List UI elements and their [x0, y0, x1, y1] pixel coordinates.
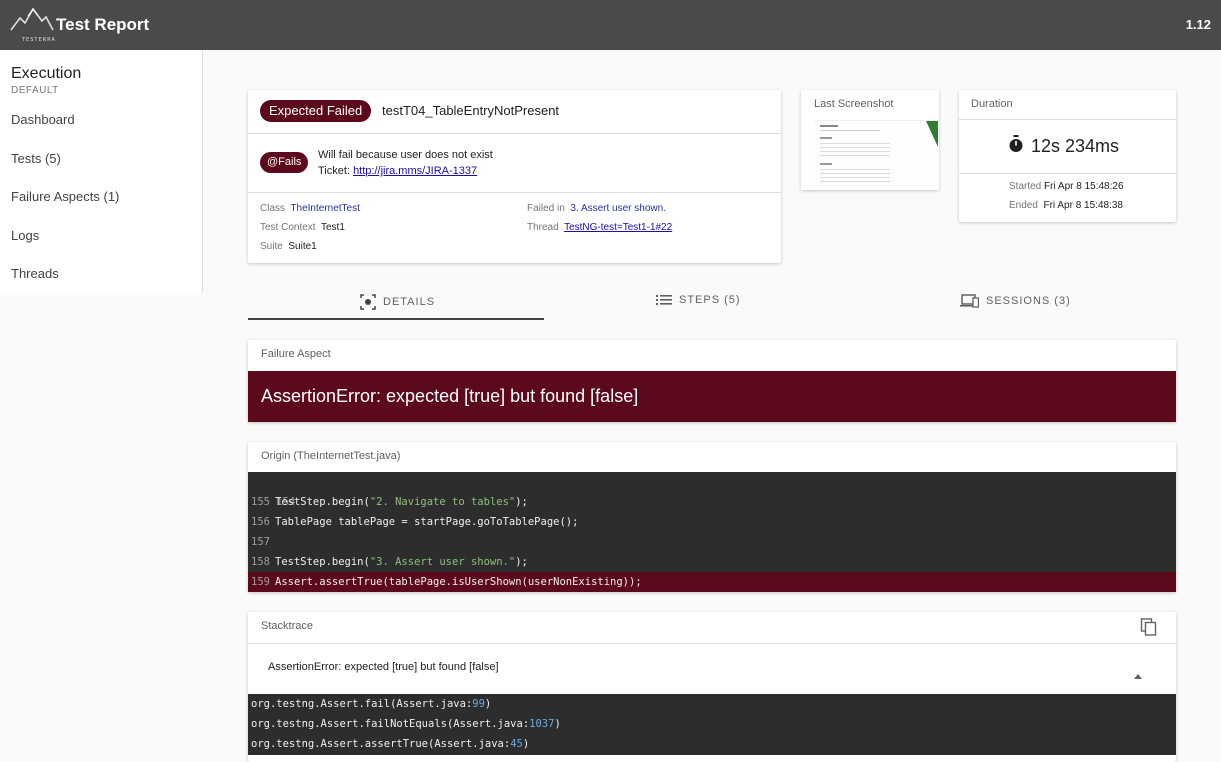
failure-aspect-label: Failure Aspect: [261, 348, 331, 360]
class-value[interactable]: TheInternetTest: [290, 203, 359, 214]
suite-value: Suite1: [288, 241, 317, 252]
status-chip: Expected Failed: [260, 100, 372, 122]
sidebar: Execution DEFAULT Dashboard Tests (5) Fa…: [0, 50, 203, 293]
ended-value: Fri Apr 8 15:48:38: [1043, 200, 1123, 211]
origin-label: Origin (TheInternetTest.java): [261, 450, 401, 462]
failure-aspect-card: Failure Aspect AssertionError: expected …: [248, 340, 1176, 422]
stacktrace-code-block: org.testng.Assert.fail(Assert.java:99) o…: [248, 694, 1176, 755]
code-text: Assert.assertTrue(tablePage.isUserShown(…: [275, 576, 642, 588]
class-label: Class: [260, 203, 286, 214]
tab-sessions[interactable]: SESSIONS (3): [960, 294, 1071, 308]
code-text: TestStep.begin(: [275, 496, 370, 508]
stack-frame: org.testng.Assert.assertTrue(Assert.java…: [248, 734, 1176, 754]
frame-text: ): [522, 738, 530, 750]
line-number: 155: [251, 496, 270, 508]
line-number: 159: [251, 576, 270, 588]
testerra-logo[interactable]: TESTERRA: [10, 6, 55, 43]
frame-line-number: 1037: [529, 718, 555, 730]
frame-text: ): [554, 718, 561, 730]
last-screenshot-label: Last Screenshot: [814, 98, 894, 110]
fails-description: Will fail because user does not exist: [318, 149, 493, 161]
ticket-label: Ticket:: [318, 165, 350, 177]
sidebar-subtitle: DEFAULT: [11, 85, 59, 96]
code-line-highlighted: 159 Assert.assertTrue(tablePage.isUserSho…: [248, 572, 1176, 592]
thread-link[interactable]: TestNG-test=Test1-1#22: [564, 222, 672, 233]
divider: [248, 192, 781, 193]
failure-aspect-banner: AssertionError: expected [true] but foun…: [248, 371, 1176, 422]
stack-frame: org.testng.Assert.failNotEquals(Assert.j…: [248, 714, 1176, 734]
ticket-link[interactable]: http://jira.mms/JIRA-1337: [353, 165, 477, 177]
sidebar-item-tests[interactable]: Tests (5): [11, 151, 61, 166]
app-title: Test Report: [56, 15, 150, 34]
duration-card: Duration 12s 234ms Started Fri Apr 8 15:…: [959, 90, 1176, 222]
list-icon: [656, 294, 672, 306]
frame-text: org.testng.Assert.fail(Assert.java:: [251, 698, 473, 710]
tab-steps[interactable]: STEPS (5): [656, 294, 741, 306]
version-label: 1.12: [1185, 17, 1211, 32]
frame-text: org.testng.Assert.failNotEquals(Assert.j…: [251, 718, 530, 730]
sidebar-item-logs[interactable]: Logs: [11, 228, 39, 243]
ticket-row: Ticket: http://jira.mms/JIRA-1337: [318, 165, 477, 177]
divider: [959, 119, 1176, 120]
sidebar-item-threads[interactable]: Threads: [11, 266, 59, 281]
code-string: "2. Navigate to tables": [369, 496, 516, 508]
code-line: 156 TablePage tablePage = startPage.goToT…: [248, 512, 1176, 532]
frame-line-number: 45: [510, 738, 523, 750]
duration-label: Duration: [971, 98, 1013, 110]
tab-details-label: DETAILS: [383, 296, 436, 308]
test-name: testT04_TableEntryNotPresent: [382, 103, 560, 118]
code-line: 157: [248, 532, 1176, 552]
tab-details[interactable]: DETAILS: [360, 294, 435, 310]
last-screenshot-card: Last Screenshot: [801, 90, 939, 190]
code-line: 155 TestStep.begin("2. Navigate to tables…: [248, 492, 1176, 512]
line-number: 158: [251, 556, 270, 568]
sidebar-title: Execution: [11, 65, 82, 82]
code-line: 158 TestStep.begin("3. Assert user shown.…: [248, 552, 1176, 572]
line-number: 157: [251, 536, 270, 548]
timer-icon: [1008, 135, 1024, 158]
details-icon: [360, 294, 376, 310]
fails-chip: @Fails: [260, 152, 309, 173]
frame-text: org.testng.Assert.assertTrue(Assert.java…: [251, 738, 511, 750]
divider: [248, 133, 781, 134]
started-label: Started: [1009, 181, 1042, 192]
test-info-card: Expected Failed testT04_TableEntryNotPre…: [248, 90, 781, 263]
code-string: "3. Assert user shown.": [369, 556, 516, 568]
failed-in-label: Failed in: [527, 203, 565, 214]
duration-value: 12s 234ms: [1031, 136, 1120, 156]
line-number: 156: [251, 516, 270, 528]
ended-label: Ended: [1009, 200, 1038, 211]
context-label: Test Context: [260, 222, 316, 233]
app-bar: TESTERRA Test Report 1.12: [0, 0, 1221, 50]
stack-frame: org.testng.Assert.fail(Assert.java:99): [248, 694, 1176, 714]
code-line: 154: [248, 472, 1176, 508]
code-text: );: [515, 496, 528, 508]
suite-label: Suite: [260, 241, 283, 252]
tab-steps-label: STEPS (5): [679, 294, 741, 306]
tab-sessions-label: SESSIONS (3): [986, 295, 1071, 307]
code-text: );: [515, 556, 528, 568]
devices-icon: [960, 294, 979, 308]
origin-code-block: 154 155 TestStep.begin("2. Navigate to ta…: [248, 472, 1176, 592]
code-text: TablePage tablePage = startPage.goToTabl…: [275, 516, 579, 528]
sidebar-item-dashboard[interactable]: Dashboard: [11, 112, 75, 127]
copy-icon[interactable]: [1140, 618, 1158, 641]
failure-aspect-message: AssertionError: expected [true] but foun…: [261, 386, 639, 406]
divider: [959, 173, 1176, 174]
chevron-up-icon: [1134, 666, 1142, 684]
stacktrace-summary: AssertionError: expected [true] but foun…: [268, 661, 499, 673]
screenshot-thumbnail[interactable]: [814, 120, 938, 189]
code-text: TestStep.begin(: [275, 556, 370, 568]
stacktrace-summary-header[interactable]: AssertionError: expected [true] but foun…: [248, 644, 1176, 694]
started-value: Fri Apr 8 15:48:26: [1044, 181, 1124, 192]
tab-active-indicator: [248, 318, 544, 320]
frame-line-number: 99: [472, 698, 485, 710]
sidebar-item-failure-aspects[interactable]: Failure Aspects (1): [11, 189, 119, 204]
frame-text: ): [484, 698, 492, 710]
failed-in-value[interactable]: 3. Assert user shown.: [570, 203, 666, 214]
logo-text: TESTERRA: [22, 37, 56, 43]
stacktrace-label: Stacktrace: [261, 620, 313, 632]
thread-label: Thread: [527, 222, 559, 233]
context-value: Test1: [320, 222, 345, 233]
